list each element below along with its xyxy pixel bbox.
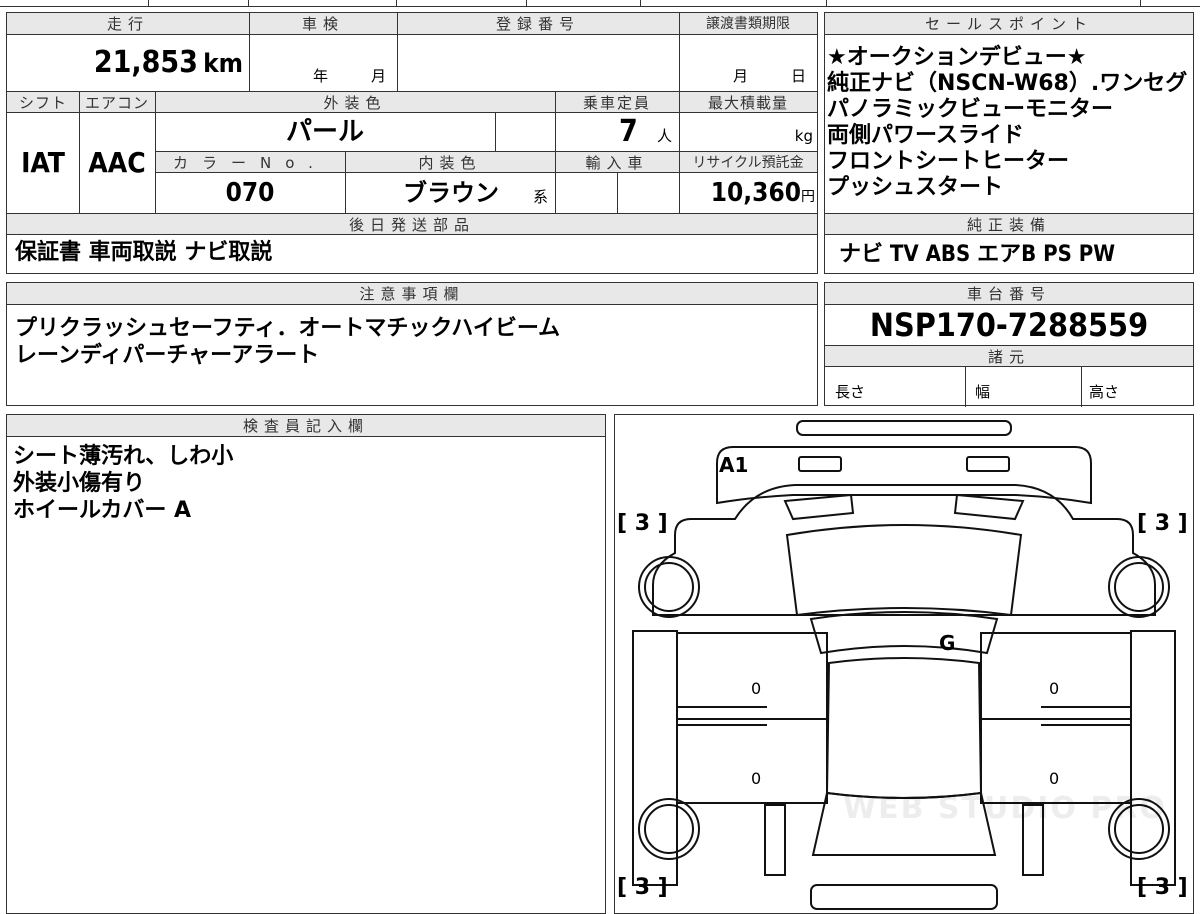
interior-value: ブラウン 系 bbox=[403, 179, 549, 207]
notes-header: 注意事項欄 bbox=[7, 283, 817, 305]
sales-point-line: パノラミックビューモニター bbox=[827, 97, 1114, 122]
sales-points-list: ★オークションデビュー★ 純正ナビ（NSCN-W68）.ワンセグ パノラミックビ… bbox=[827, 45, 1191, 201]
color-no-header: カラーNo. bbox=[155, 151, 345, 173]
inspection-header: 車検 bbox=[249, 13, 397, 35]
sales-point-line: ★オークションデビュー★ bbox=[827, 45, 1087, 70]
shift-header: シフト bbox=[7, 91, 79, 113]
transfer-date: 月 日 bbox=[733, 67, 807, 85]
door-mark: 0 bbox=[751, 769, 762, 788]
car-diagram: A1 G [ 3 ] [ 3 ] [ 3 ] [ 3 ] 0 0 0 0 WEB… bbox=[614, 414, 1194, 914]
sales-points-header: セールスポイント bbox=[825, 13, 1193, 35]
mileage-value: 21,853 km bbox=[93, 45, 243, 80]
vehicle-info-table: 走行 車検 登録番号 譲渡書類期限 21,853 km 年 月 月 日 シフト … bbox=[6, 12, 818, 274]
aircon-header: エアコン bbox=[79, 91, 155, 113]
sales-point-line: プッシュスタート bbox=[827, 175, 1004, 200]
inspector-box: 検査員記入欄 シート薄汚れ、しわ小 外装小傷有り ホイールカバー A bbox=[6, 414, 606, 914]
exterior-header: 外装色 bbox=[155, 91, 555, 113]
recycle-value: 10,360円 bbox=[710, 178, 815, 208]
sales-point-line: フロントシートヒーター bbox=[827, 149, 1070, 174]
color-no-value: 070 bbox=[225, 178, 275, 208]
max-load-header: 最大積載量 bbox=[679, 91, 817, 113]
tire-mark: [ 3 ] bbox=[617, 875, 668, 900]
later-parts-value: 保証書 車両取説 ナビ取説 bbox=[15, 240, 273, 265]
inspection-date: 年 月 bbox=[313, 67, 387, 85]
watermark: WEB STUDIO PRO bbox=[843, 791, 1167, 826]
interior-header: 内装色 bbox=[345, 151, 555, 173]
tire-mark: [ 3 ] bbox=[617, 511, 668, 536]
aircon-value: AAC bbox=[88, 146, 146, 179]
sales-point-line: 両側パワースライド bbox=[827, 123, 1024, 148]
registration-value bbox=[397, 35, 679, 91]
inspector-line: 外装小傷有り bbox=[13, 471, 146, 496]
top-strip bbox=[0, 0, 1200, 8]
import-header: 輸入車 bbox=[555, 151, 679, 173]
factory-equipment-header: 純正装備 bbox=[825, 213, 1193, 235]
damage-a1: A1 bbox=[719, 453, 749, 477]
inspector-header: 検査員記入欄 bbox=[7, 415, 605, 437]
capacity-header: 乗車定員 bbox=[555, 91, 679, 113]
damage-g: G bbox=[939, 631, 956, 655]
max-load-value: kg bbox=[794, 127, 813, 145]
door-mark: 0 bbox=[1049, 769, 1060, 788]
door-mark: 0 bbox=[1049, 679, 1060, 698]
recycle-header: リサイクル預託金 bbox=[679, 151, 817, 173]
spec-width: 幅 bbox=[975, 383, 991, 401]
notes-list: プリクラッシュセーフティ．オートマチックハイビーム レーンディパーチャーアラート bbox=[15, 315, 805, 369]
sales-point-line: 純正ナビ（NSCN-W68）.ワンセグ bbox=[827, 71, 1188, 96]
inspector-line: ホイールカバー A bbox=[13, 498, 192, 523]
note-line: プリクラッシュセーフティ．オートマチックハイビーム bbox=[15, 316, 561, 341]
registration-header: 登録番号 bbox=[397, 13, 679, 35]
mileage-header: 走行 bbox=[7, 13, 249, 35]
exterior-value: パール bbox=[285, 117, 364, 147]
chassis-header: 車台番号 bbox=[825, 283, 1193, 305]
tire-mark: [ 3 ] bbox=[1137, 511, 1188, 536]
capacity-value: 7 人 bbox=[619, 114, 673, 149]
transfer-header: 譲渡書類期限 bbox=[679, 13, 817, 35]
spec-height: 高さ bbox=[1089, 383, 1120, 401]
notes-box: 注意事項欄 プリクラッシュセーフティ．オートマチックハイビーム レーンディパーチ… bbox=[6, 282, 818, 406]
later-parts-header: 後日発送部品 bbox=[7, 213, 817, 235]
car-outline bbox=[632, 420, 1176, 910]
sales-points-box: セールスポイント ★オークションデビュー★ 純正ナビ（NSCN-W68）.ワンセ… bbox=[824, 12, 1194, 274]
shift-value: IAT bbox=[21, 146, 65, 179]
door-mark: 0 bbox=[751, 679, 762, 698]
spec-length: 長さ bbox=[835, 383, 866, 401]
chassis-number: NSP170-7288559 bbox=[869, 306, 1149, 344]
factory-equipment-value: ナビ TV ABS エアB PS PW bbox=[839, 242, 1116, 267]
tire-mark: [ 3 ] bbox=[1137, 875, 1188, 900]
specs-header: 諸元 bbox=[825, 345, 1193, 367]
note-line: レーンディパーチャーアラート bbox=[15, 343, 320, 368]
chassis-box: 車台番号 NSP170-7288559 諸元 長さ 幅 高さ bbox=[824, 282, 1194, 407]
inspector-line: シート薄汚れ、しわ小 bbox=[13, 444, 234, 469]
inspector-list: シート薄汚れ、しわ小 外装小傷有り ホイールカバー A bbox=[13, 443, 593, 524]
